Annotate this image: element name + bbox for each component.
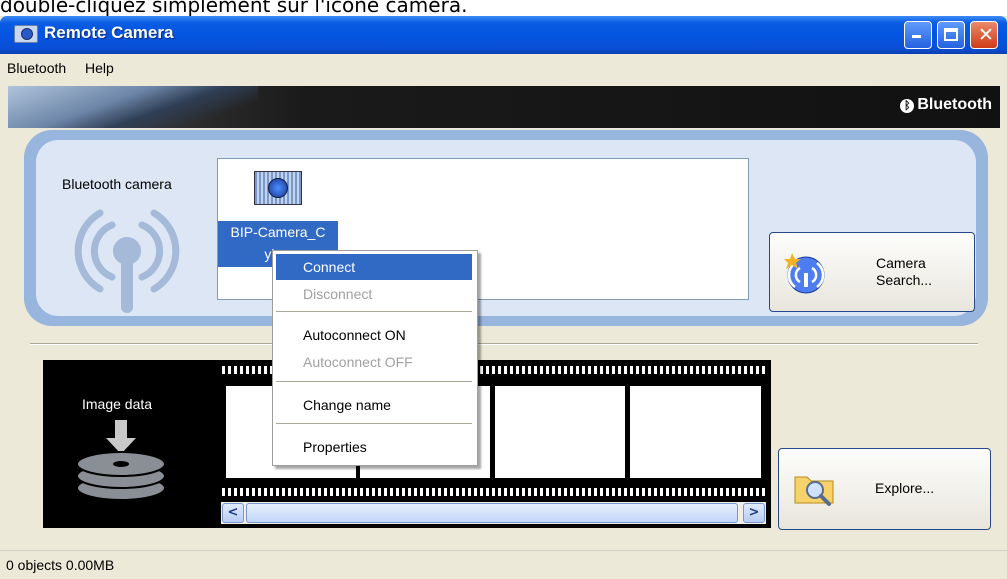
bluetooth-logo: ᛒ Bluetooth xyxy=(900,96,992,114)
camera-app-icon xyxy=(14,25,38,43)
bluetooth-signal-icon xyxy=(74,209,180,313)
folder-search-icon xyxy=(794,476,834,506)
download-disks-icon xyxy=(76,420,166,501)
minimize-button[interactable] xyxy=(904,21,932,49)
bluetooth-camera-label: Bluetooth camera xyxy=(62,176,172,192)
device-context-menu: Connect Disconnect Autoconnect ON Autoco… xyxy=(272,250,478,466)
menu-item-properties[interactable]: Properties xyxy=(276,434,472,460)
scroll-left-button[interactable]: < xyxy=(222,503,244,523)
camera-search-button[interactable]: Camera Search... xyxy=(769,232,975,312)
title-bar[interactable]: Remote Camera ✕ xyxy=(0,16,1007,54)
page-caption: double-cliquez simplement sur l'icône ca… xyxy=(0,0,468,17)
close-icon: ✕ xyxy=(978,24,994,46)
horizontal-scrollbar[interactable]: < > xyxy=(221,502,766,524)
bluetooth-banner: ᛒ Bluetooth xyxy=(8,86,1000,128)
menu-item-connect[interactable]: Connect xyxy=(276,254,472,280)
camera-search-label-1: Camera xyxy=(876,255,926,271)
image-data-label: Image data xyxy=(82,396,153,412)
menu-bar: Bluetooth Help xyxy=(0,54,1007,84)
explore-label: Explore... xyxy=(875,480,935,496)
status-bar: 0 objects 0.00MB xyxy=(0,550,1007,579)
close-button[interactable]: ✕ xyxy=(970,21,998,49)
scroll-thumb[interactable] xyxy=(246,503,738,523)
camera-search-icon xyxy=(784,253,825,294)
laptop-graphic xyxy=(8,86,258,128)
menu-item-autoconnect-off[interactable]: Autoconnect OFF xyxy=(276,349,472,375)
menu-separator xyxy=(276,381,472,382)
status-text: 0 objects 0.00MB xyxy=(6,557,115,573)
camera-device-icon[interactable] xyxy=(254,171,302,205)
maximize-button[interactable] xyxy=(937,21,965,49)
menu-help[interactable]: Help xyxy=(85,60,114,76)
menu-separator xyxy=(276,311,472,312)
menu-item-change-name[interactable]: Change name xyxy=(276,392,472,418)
menu-bluetooth[interactable]: Bluetooth xyxy=(7,60,66,76)
film-frame[interactable] xyxy=(630,386,761,478)
camera-search-label-2: Search... xyxy=(876,272,933,288)
bluetooth-icon: ᛒ xyxy=(900,99,915,113)
window-title: Remote Camera xyxy=(44,23,174,42)
maximize-icon xyxy=(944,28,958,41)
explore-button[interactable]: Explore... xyxy=(778,448,991,530)
film-frame[interactable] xyxy=(495,386,625,478)
minimize-icon xyxy=(912,35,921,38)
menu-separator xyxy=(276,423,472,424)
scroll-right-button[interactable]: > xyxy=(743,503,765,523)
menu-item-autoconnect-on[interactable]: Autoconnect ON xyxy=(276,322,472,348)
menu-item-disconnect[interactable]: Disconnect xyxy=(276,281,472,307)
section-divider xyxy=(30,343,978,345)
